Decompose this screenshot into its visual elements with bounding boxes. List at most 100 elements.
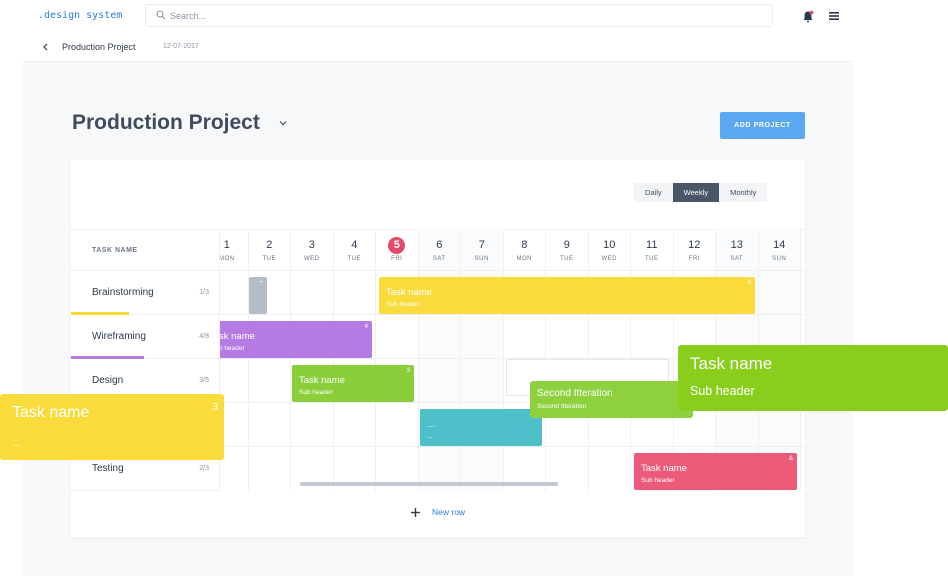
day-header[interactable]: 2 TUE (248, 229, 291, 271)
day-of-week: FRI (688, 256, 700, 262)
day-number: 2 (266, 239, 273, 251)
day-header[interactable]: 11 TUE (631, 229, 674, 271)
day-header[interactable]: 10 WED (588, 229, 631, 271)
day-of-week: MON (516, 256, 532, 262)
day-header[interactable]: 14 SUN (758, 229, 801, 271)
page-title: Production Project (72, 111, 260, 134)
task-card-title: Second Itteration (537, 388, 613, 399)
search-box[interactable] (145, 4, 773, 27)
dragged-task-card[interactable]: Second Itteration Second Itteration (530, 381, 693, 418)
task-count: 4/8 (199, 333, 209, 340)
task-name-header: TASK NAME (92, 247, 138, 254)
task-row[interactable]: Wireframing 4/8 (71, 315, 219, 359)
task-count: 2/3 (199, 465, 209, 472)
task-card-count: 3 (212, 402, 218, 413)
day-header[interactable]: 12 FRI (673, 229, 716, 271)
day-header[interactable]: 5 FRI (376, 229, 419, 271)
day-of-week: SUN (772, 256, 787, 262)
task-name: Brainstorming (92, 287, 154, 298)
row-divider (220, 446, 805, 447)
task-name: Testing (92, 463, 124, 474)
search-input[interactable] (170, 8, 750, 23)
task-name: Design (92, 375, 124, 386)
day-of-week: MON (219, 256, 235, 262)
day-number: 10 (603, 239, 616, 251)
day-of-week: WED (601, 256, 617, 262)
logo[interactable]: .design system (38, 10, 122, 21)
task-bar[interactable]: sk name b header 4 (219, 321, 372, 358)
day-number: 9 (563, 239, 570, 251)
row-divider (220, 314, 805, 315)
view-toggle: Daily Weekly Monthly (634, 183, 768, 202)
day-number: 12 (688, 239, 701, 251)
task-bar-count: 6 (747, 280, 751, 286)
day-of-week: TUE (347, 256, 361, 262)
notification-bell-icon[interactable] (802, 10, 814, 23)
task-bar-title: sk name (219, 331, 255, 342)
day-header[interactable]: 9 TUE (546, 229, 589, 271)
view-option-daily[interactable]: Daily (634, 183, 673, 202)
day-number: 8 (521, 239, 528, 251)
breadcrumb-date: 12-07-2017 (163, 43, 199, 50)
day-of-week: TUE (560, 256, 574, 262)
breadcrumb-title[interactable]: Production Project (62, 42, 136, 52)
day-number: 6 (436, 239, 443, 251)
task-card-subtitle: ... (12, 438, 21, 449)
new-row-label: New row (432, 507, 466, 517)
plus-icon (411, 507, 420, 517)
dragged-task-card[interactable]: Task name ... 3 (0, 394, 224, 460)
add-project-button[interactable]: ADD PROJECT (720, 112, 805, 139)
task-bar[interactable]: Task name Sub header 6 (379, 277, 755, 314)
task-bar-count: & (788, 456, 793, 462)
day-number: 5 (393, 239, 400, 251)
chevron-left-icon[interactable] (42, 43, 49, 51)
chevron-down-icon[interactable] (279, 120, 287, 126)
day-number: 7 (478, 239, 485, 251)
task-card-subtitle: Sub header (690, 384, 755, 398)
day-header[interactable]: 4 TUE (333, 229, 376, 271)
app-root: .design system Production Project 12-07 (0, 0, 948, 576)
new-row-button[interactable]: New row (411, 507, 465, 517)
task-bar-title: Task name (641, 463, 687, 474)
task-row[interactable]: Brainstorming 1/3 (71, 271, 219, 315)
search-icon (156, 10, 166, 20)
menu-icon[interactable] (829, 11, 839, 21)
task-bar-subtitle: Sub header (299, 389, 333, 396)
task-card-title: Task name (690, 354, 773, 373)
day-of-week: SAT (432, 256, 446, 262)
day-header[interactable]: 13 SAT (716, 229, 759, 271)
day-header[interactable]: 6 SAT (418, 229, 461, 271)
task-bar-subtitle: b header (219, 345, 245, 352)
task-card-title: Task name (12, 404, 90, 421)
breadcrumb: Production Project 12-07-2017 (23, 32, 853, 62)
view-option-monthly[interactable]: Monthly (719, 183, 767, 202)
day-header[interactable]: 1 MON (219, 229, 249, 271)
task-bar[interactable]: Task name Sub header 3 (292, 365, 414, 402)
task-bar[interactable]: + (249, 277, 267, 314)
task-bar-subtitle: ... (427, 433, 433, 440)
day-number: 1 (223, 239, 230, 251)
day-number: 4 (351, 239, 358, 251)
content-area: Production Project 12-07-2017 Production… (23, 32, 853, 576)
task-bar[interactable]: Task name Sub header & (634, 453, 797, 490)
task-bar-count: 4 (364, 324, 368, 330)
day-number: 3 (308, 239, 315, 251)
day-of-week: SAT (730, 256, 744, 262)
view-option-weekly[interactable]: Weekly (672, 183, 720, 202)
task-bar-count: 3 (406, 368, 410, 374)
task-bar[interactable]: ... ... (420, 409, 542, 446)
day-of-week: TUE (645, 256, 659, 262)
task-name: Wireframing (92, 331, 146, 342)
day-number: 14 (773, 239, 786, 251)
task-count: 3/5 (199, 377, 209, 384)
day-header[interactable]: 8 MON (503, 229, 546, 271)
day-number: 11 (646, 239, 658, 251)
task-count: 1/3 (199, 289, 209, 296)
task-bar-count: + (259, 280, 263, 286)
dragged-task-card[interactable]: Task name Sub header (678, 345, 948, 411)
day-header[interactable]: 3 WED (291, 229, 334, 271)
horizontal-scrollbar[interactable] (300, 482, 558, 486)
day-header[interactable]: 7 SUN (461, 229, 504, 271)
task-bar-title: ... (427, 419, 435, 430)
top-bar: .design system (0, 0, 852, 32)
